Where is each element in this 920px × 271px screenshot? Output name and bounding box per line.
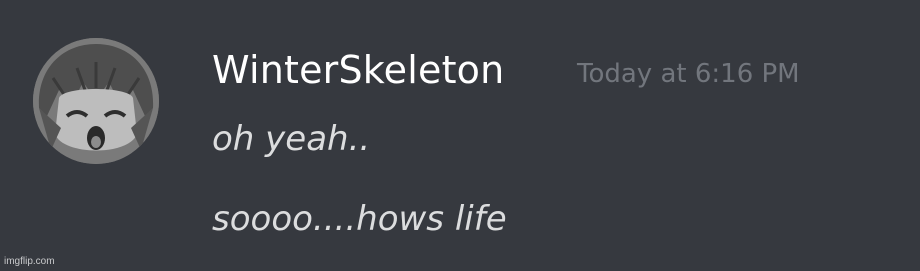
watermark: imgflip.com	[4, 256, 55, 267]
message-line: oh yeah..	[212, 119, 371, 159]
username[interactable]: WinterSkeleton	[212, 40, 504, 100]
anime-avatar-icon	[33, 38, 159, 164]
chat-message: WinterSkeleton Today at 6:16 PM oh yeah.…	[0, 0, 920, 271]
user-avatar[interactable]	[33, 38, 159, 164]
message-line: soooo....hows life	[212, 199, 507, 239]
timestamp: Today at 6:16 PM	[577, 59, 800, 89]
